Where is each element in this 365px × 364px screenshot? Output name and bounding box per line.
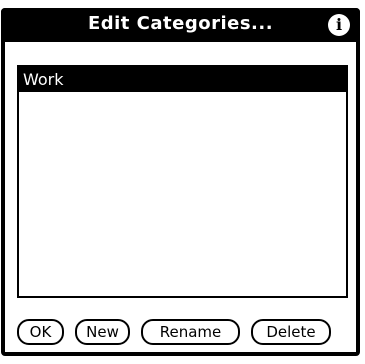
- category-list[interactable]: Work: [17, 65, 348, 298]
- dialog-title: Edit Categories...: [87, 13, 274, 34]
- delete-button[interactable]: Delete: [251, 319, 331, 345]
- info-icon[interactable]: i: [328, 14, 350, 36]
- ok-button[interactable]: OK: [17, 319, 64, 345]
- new-button[interactable]: New: [75, 319, 130, 345]
- rename-button[interactable]: Rename: [141, 319, 240, 345]
- list-item[interactable]: Work: [19, 67, 346, 92]
- edit-categories-dialog: Edit Categories... i Work OK New Rename …: [0, 0, 365, 364]
- dialog-titlebar: Edit Categories... i: [1, 8, 360, 42]
